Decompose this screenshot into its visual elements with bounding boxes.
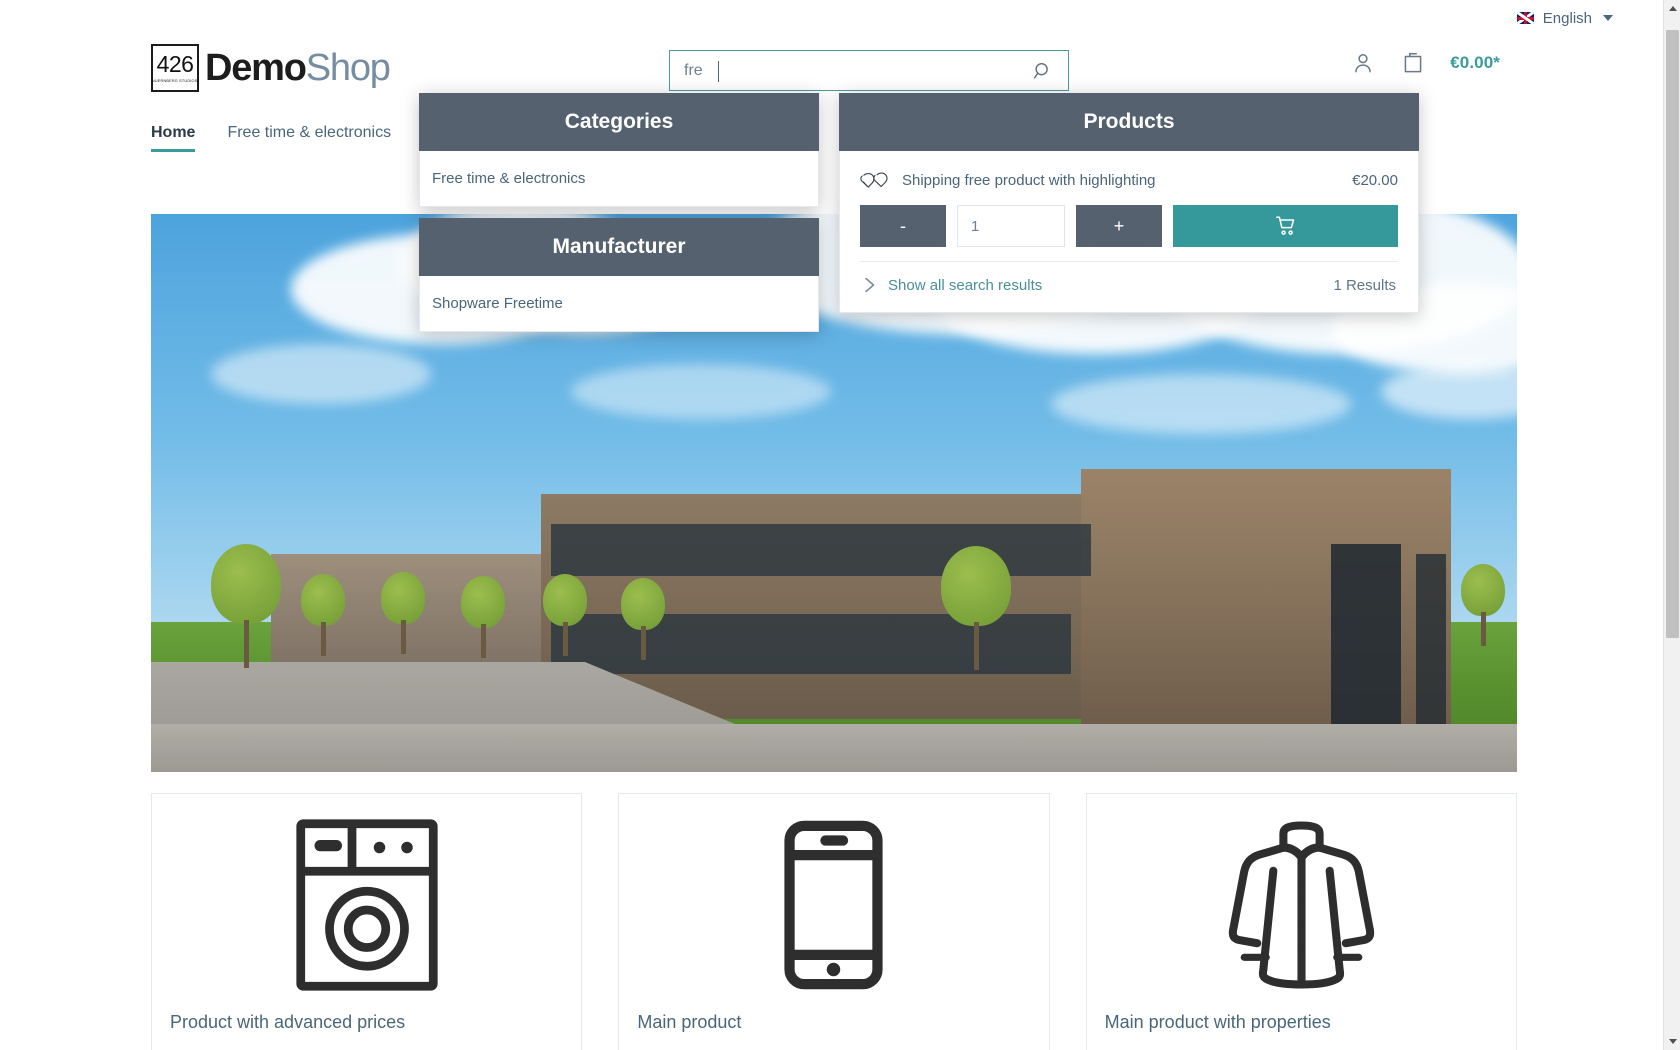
smartphone-icon [784,820,884,990]
product-card-title: Main product with properties [1104,1012,1331,1032]
product-card[interactable]: Main product [618,793,1050,1050]
header-actions: €0.00* [1350,50,1500,76]
scroll-up-arrow-icon[interactable] [1664,0,1680,17]
results-count: 1 Results [1333,276,1396,294]
jacket-icon [1228,821,1374,989]
product-card-art [782,816,885,994]
account-button[interactable] [1350,50,1376,76]
user-account-icon [1355,54,1372,73]
product-card-grid: Product with advanced prices Main produc… [151,793,1517,1050]
logo-secondary-text: Shop [305,46,391,89]
mittens-icon [860,172,888,188]
product-card[interactable]: Main product with properties [1085,793,1517,1050]
suggest-right-column: Products Shipping free product with high… [839,93,1419,313]
text-cursor [718,61,719,82]
logo-badge-subtext: NUERNBERG STUDIOS [152,79,198,83]
vertical-scrollbar[interactable] [1663,0,1680,1050]
search-input[interactable] [684,61,1032,80]
scrollbar-thumb[interactable] [1666,30,1679,638]
quantity-controls: - + [860,205,1398,247]
nav-item-free-time-electronics[interactable]: Free time & electronics [227,124,391,152]
product-card-title: Main product [637,1012,742,1032]
language-switcher[interactable]: English [1516,9,1613,27]
search-suggest-dropdown: Categories Free time & electronics Manuf… [419,93,1419,332]
product-suggest-row[interactable]: Shipping free product with highlighting … [860,169,1398,191]
chevron-right-icon [865,277,875,293]
suggest-left-column: Categories Free time & electronics Manuf… [419,93,819,332]
main-navigation: Home Free time & electronics [151,118,391,152]
nav-item-home[interactable]: Home [151,124,196,152]
page-viewport: English 426 NUERNBERG STUDIOS Demo Shop [0,0,1680,1050]
chevron-down-icon [1603,15,1613,21]
product-card-art [1219,816,1384,994]
manufacturer-item[interactable]: Shopware Freetime [432,292,806,315]
show-all-results-label: Show all search results [888,276,1043,294]
add-to-cart-button[interactable] [1173,205,1398,247]
manufacturer-list: Shopware Freetime [419,276,819,332]
categories-heading: Categories [419,93,819,151]
logo-badge: 426 NUERNBERG STUDIOS [151,44,199,92]
product-card[interactable]: Product with advanced prices [151,793,583,1050]
show-all-results-link[interactable]: Show all search results [862,275,1042,295]
panel-spacer [419,207,819,218]
products-list: Shipping free product with highlighting … [839,151,1419,313]
scroll-down-arrow-icon[interactable] [1664,1033,1680,1050]
product-card-title: Product with advanced prices [170,1012,406,1032]
category-item[interactable]: Free time & electronics [432,167,806,190]
search-box[interactable] [669,50,1069,91]
product-card-art [292,816,442,994]
cart-total[interactable]: €0.00* [1450,53,1500,73]
language-label: English [1542,9,1592,27]
products-heading: Products [839,93,1419,151]
quantity-decrement-button[interactable]: - [860,205,946,247]
categories-list: Free time & electronics [419,151,819,207]
product-suggest-name: Shipping free product with highlighting [902,171,1156,189]
uk-flag-icon [1516,12,1534,24]
top-utility-bar: English [0,0,1663,36]
quantity-increment-button[interactable]: + [1076,205,1162,247]
search-icon[interactable] [1032,60,1054,82]
shopping-cart-icon [1275,216,1294,235]
quantity-input[interactable] [957,205,1065,247]
suggest-footer: Show all search results 1 Results [860,261,1398,302]
shopping-bag-icon [1404,53,1422,73]
cart-button[interactable] [1400,50,1426,76]
logo-badge-number: 426 [156,51,194,77]
site-logo[interactable]: 426 NUERNBERG STUDIOS Demo Shop [151,44,391,92]
washing-machine-icon [296,819,438,991]
manufacturer-heading: Manufacturer [419,218,819,276]
search-container [669,50,1069,91]
product-suggest-price: €20.00 [1352,171,1398,189]
logo-primary-text: Demo [205,46,307,89]
